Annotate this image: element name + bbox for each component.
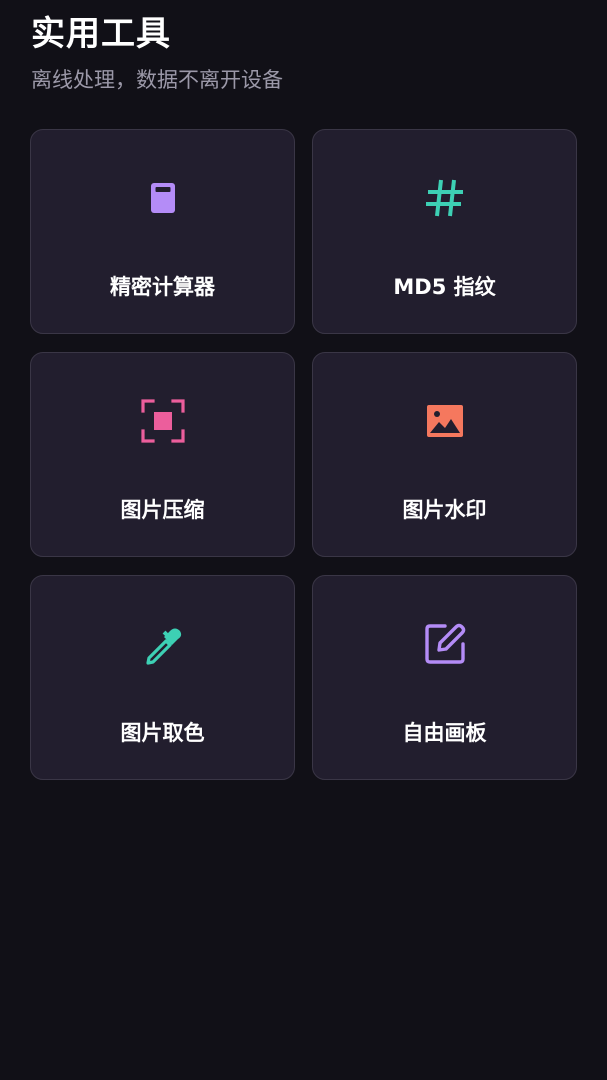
tools-grid: 精密计算器 MD5 指纹 图片压缩 图片水印 图片取色 自由画板 <box>30 129 577 780</box>
edit-icon <box>421 620 469 668</box>
tool-label: 图片取色 <box>120 721 205 745</box>
tool-card-md5[interactable]: MD5 指纹 <box>312 129 577 334</box>
eyedropper-icon <box>139 620 187 668</box>
image-icon <box>421 397 469 445</box>
calculator-icon <box>139 174 187 222</box>
page-title: 实用工具 <box>31 14 171 54</box>
tool-card-color-picker[interactable]: 图片取色 <box>30 575 295 780</box>
tool-label: 精密计算器 <box>110 275 215 299</box>
tool-card-drawing-board[interactable]: 自由画板 <box>312 575 577 780</box>
tools-page: 实用工具 离线处理，数据不离开设备 精密计算器 MD5 指纹 图片压缩 图片水印… <box>0 0 607 1080</box>
tool-label: MD5 指纹 <box>393 275 496 299</box>
tool-card-compress[interactable]: 图片压缩 <box>30 352 295 557</box>
tool-label: 自由画板 <box>402 721 487 745</box>
header: 实用工具 离线处理，数据不离开设备 <box>31 12 283 94</box>
tool-card-calculator[interactable]: 精密计算器 <box>30 129 295 334</box>
tool-card-watermark[interactable]: 图片水印 <box>312 352 577 557</box>
tool-label: 图片压缩 <box>120 498 205 522</box>
tool-label: 图片水印 <box>402 498 487 522</box>
compress-icon <box>139 397 187 445</box>
hash-icon <box>421 174 469 222</box>
page-subtitle: 离线处理，数据不离开设备 <box>31 68 283 92</box>
